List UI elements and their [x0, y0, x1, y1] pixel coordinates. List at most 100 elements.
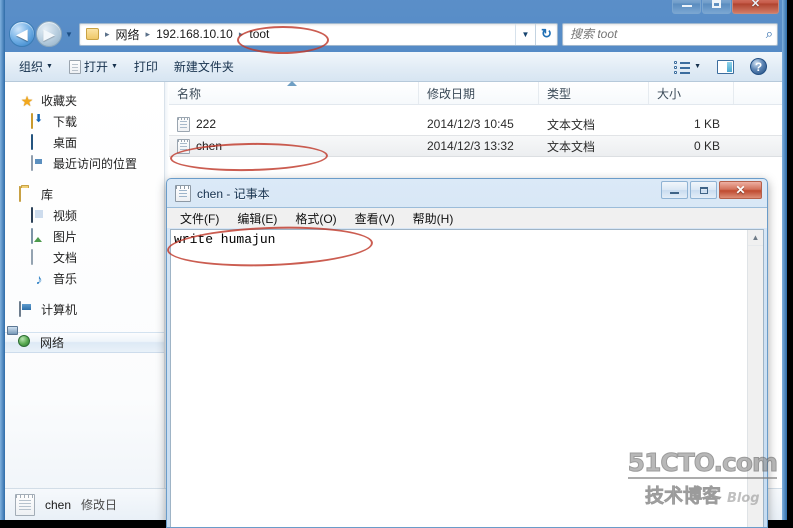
address-dropdown-button[interactable]: ▼ — [515, 23, 535, 45]
network-icon — [18, 335, 34, 351]
video-icon — [31, 206, 47, 224]
column-label-type: 类型 — [547, 86, 572, 101]
cell-date: 2014/12/3 10:45 — [427, 117, 514, 131]
close-icon: ✕ — [750, 0, 761, 10]
sidebar-label-network: 网络 — [40, 336, 65, 350]
print-button[interactable]: 打印 — [126, 55, 166, 78]
column-header-size[interactable]: 大小 — [649, 82, 734, 104]
change-view-button[interactable]: ▼ — [671, 58, 704, 76]
new-folder-button[interactable]: 新建文件夹 — [166, 55, 242, 78]
notepad-minimize-button[interactable] — [661, 181, 688, 199]
history-dropdown-button[interactable]: ▼ — [62, 21, 76, 47]
breadcrumb-separator-0: ▸ — [105, 28, 110, 39]
notepad-close-button[interactable]: ✕ — [719, 181, 762, 199]
sidebar-label-computer: 计算机 — [41, 303, 78, 317]
chevron-down-icon: ▼ — [65, 29, 73, 39]
status-file-name: chen — [45, 497, 72, 512]
notepad-titlebar[interactable]: chen - 记事本 ✕ — [167, 179, 767, 207]
help-button[interactable]: ? — [747, 56, 770, 77]
breadcrumb-item-network[interactable]: 网络 — [113, 25, 143, 44]
maximize-button[interactable] — [702, 0, 731, 14]
help-icon: ? — [750, 58, 767, 75]
nav-group-favorites: ★ 收藏夹 下载 桌面 最近访问的位置 — [5, 90, 164, 174]
sidebar-item-pictures[interactable]: 图片 — [5, 226, 164, 247]
organize-button[interactable]: 组织 ▼ — [11, 55, 61, 78]
sidebar-item-videos[interactable]: 视频 — [5, 205, 164, 226]
table-row[interactable]: 222 2014/12/3 10:45 文本文档 1 KB — [169, 113, 782, 135]
menu-edit[interactable]: 编辑(E) — [228, 208, 286, 229]
picture-icon — [31, 227, 47, 245]
breadcrumb-item-host[interactable]: 192.168.10.10 — [153, 26, 236, 42]
notepad-icon — [175, 184, 191, 202]
column-header-type[interactable]: 类型 — [539, 82, 649, 104]
sidebar-item-recent-places[interactable]: 最近访问的位置 — [5, 153, 164, 174]
sidebar-item-music[interactable]: ♪ 音乐 — [5, 268, 164, 289]
breadcrumb[interactable]: ▸ 网络 ▸ 192.168.10.10 ▸ toot — [80, 25, 515, 44]
scroll-up-button[interactable]: ▲ — [748, 230, 763, 246]
explorer-titlebar[interactable]: ✕ — [0, 0, 787, 16]
sidebar-item-downloads[interactable]: 下载 — [5, 111, 164, 132]
forward-button[interactable]: ▶ — [36, 21, 62, 47]
sidebar-item-network[interactable]: 网络 — [5, 332, 164, 353]
sidebar-item-desktop[interactable]: 桌面 — [5, 132, 164, 153]
computer-icon — [19, 300, 35, 318]
back-arrow-icon: ◀ — [16, 26, 28, 42]
search-box[interactable]: ⌕ — [562, 22, 778, 46]
menu-format[interactable]: 格式(O) — [286, 208, 345, 229]
view-list-icon — [674, 60, 691, 74]
navigation-pane[interactable]: ★ 收藏夹 下载 桌面 最近访问的位置 — [5, 82, 165, 520]
notepad-maximize-button[interactable] — [690, 181, 717, 199]
open-button[interactable]: 打开 ▼ — [61, 55, 126, 78]
file-name-label: chen — [196, 139, 223, 153]
address-bar-row: ◀ ▶ ▼ ▸ 网络 ▸ 192.168.10.10 ▸ toot ▼ ↻ 搜索… — [5, 16, 782, 52]
menu-help[interactable]: 帮助(H) — [404, 208, 463, 229]
cell-date: 2014/12/3 13:32 — [427, 139, 514, 153]
cell-size: 0 KB — [693, 139, 720, 153]
sidebar-label-favorites: 收藏夹 — [41, 94, 78, 108]
notepad-text-area[interactable]: write humajun — [171, 230, 747, 527]
search-input[interactable] — [570, 27, 766, 41]
column-label-date: 修改日期 — [427, 86, 476, 101]
refresh-button[interactable]: ↻ — [535, 23, 557, 45]
column-header-date[interactable]: 修改日期 — [419, 82, 539, 104]
back-button[interactable]: ◀ — [9, 21, 35, 47]
sidebar-item-libraries[interactable]: 库 — [5, 184, 164, 205]
minimize-button[interactable] — [672, 0, 701, 14]
status-detail-label: 修改日 — [81, 498, 118, 512]
breadcrumb-item-toot[interactable]: toot — [246, 26, 272, 42]
maximize-icon — [712, 0, 721, 8]
preview-pane-button[interactable] — [714, 58, 737, 76]
sidebar-label-desktop: 桌面 — [53, 136, 78, 150]
sidebar-item-favorites[interactable]: ★ 收藏夹 — [5, 90, 164, 111]
chevron-down-icon: ▼ — [521, 29, 530, 39]
menu-file[interactable]: 文件(F) — [171, 208, 228, 229]
column-label-name: 名称 — [177, 86, 202, 101]
sidebar-label-videos: 视频 — [53, 209, 78, 223]
toolbar: 组织 ▼ 打开 ▼ 打印 新建文件夹 ▼ ? — [5, 52, 782, 82]
music-icon: ♪ — [35, 270, 43, 287]
star-icon: ★ — [20, 92, 34, 109]
chevron-down-icon: ▼ — [694, 63, 701, 70]
column-header-name[interactable]: 名称 — [169, 82, 419, 104]
sidebar-item-computer[interactable]: 计算机 — [5, 299, 164, 320]
sidebar-label-pictures: 图片 — [53, 230, 78, 244]
search-icon[interactable]: ⌕ — [766, 26, 773, 42]
address-bar[interactable]: ▸ 网络 ▸ 192.168.10.10 ▸ toot ▼ ↻ — [79, 22, 558, 46]
sidebar-label-downloads: 下载 — [53, 115, 78, 129]
text-file-icon — [177, 116, 190, 132]
close-button[interactable]: ✕ — [732, 0, 779, 14]
table-row[interactable]: chen 2014/12/3 13:32 文本文档 0 KB — [169, 135, 782, 157]
menu-view[interactable]: 查看(V) — [346, 208, 404, 229]
recent-places-icon — [31, 154, 47, 172]
desktop-icon — [31, 133, 47, 151]
text-file-icon — [177, 138, 190, 154]
notepad-caption-buttons: ✕ — [661, 181, 762, 199]
sidebar-item-documents[interactable]: 文档 — [5, 247, 164, 268]
download-icon — [31, 112, 47, 130]
preview-pane-icon — [717, 59, 734, 74]
cell-size: 1 KB — [693, 117, 720, 131]
notepad-vertical-scrollbar[interactable]: ▲ — [747, 230, 763, 527]
maximize-icon — [699, 186, 708, 194]
nav-group-libraries: 库 视频 图片 文档 ♪ 音乐 — [5, 184, 164, 289]
notepad-title: chen - 记事本 — [197, 186, 270, 201]
